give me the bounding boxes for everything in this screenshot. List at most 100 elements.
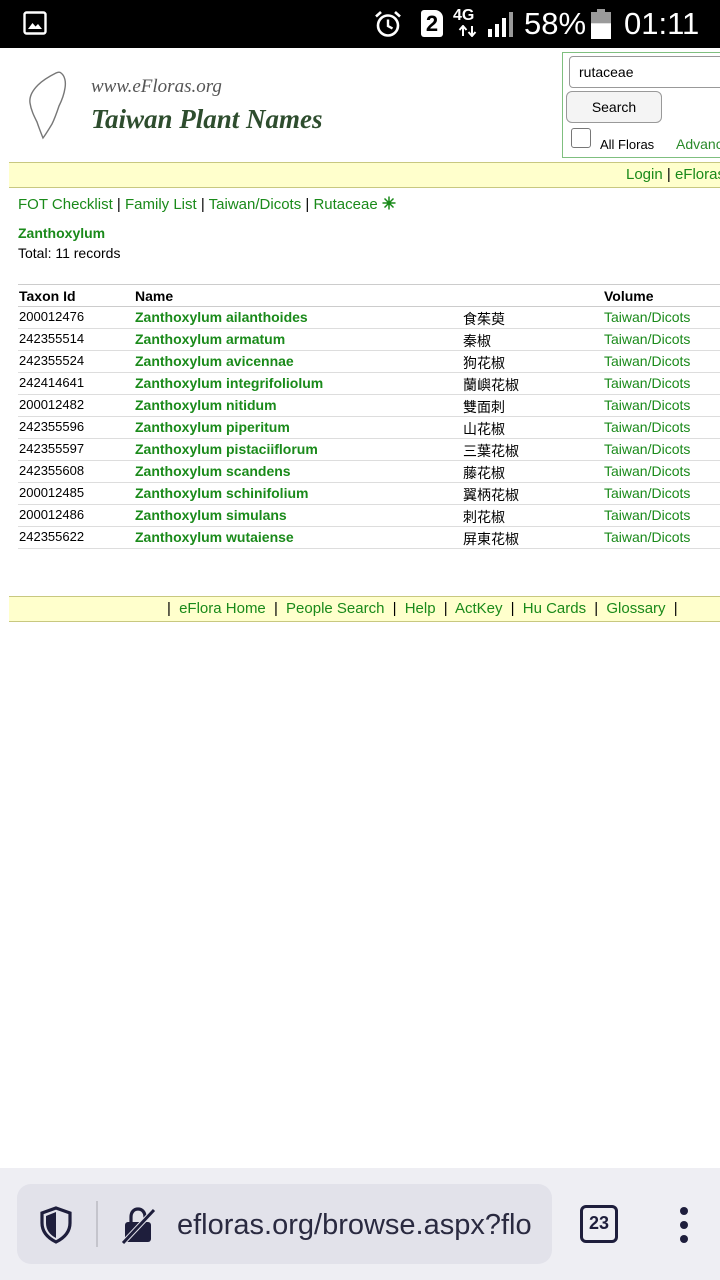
chinese-name-cell: 食茱萸 (463, 311, 505, 327)
login-link[interactable]: Login (626, 166, 663, 183)
volume-link[interactable]: Taiwan/Dicots (604, 397, 690, 413)
volume-link[interactable]: Taiwan/Dicots (604, 485, 690, 501)
volume-link[interactable]: Taiwan/Dicots (604, 375, 690, 391)
breadcrumb-separator: | (116, 196, 121, 213)
network-type-indicator: 4G (453, 8, 481, 38)
volume-link[interactable]: Taiwan/Dicots (604, 309, 690, 325)
all-floras-checkbox[interactable] (571, 128, 591, 148)
taxon-name-link[interactable]: Zanthoxylum ailanthoides (135, 309, 308, 325)
breadcrumb-fot-checklist[interactable]: FOT Checklist (18, 196, 113, 213)
chinese-name-cell: 狗花椒 (463, 355, 505, 371)
volume-link[interactable]: Taiwan/Dicots (604, 529, 690, 545)
footer-separator: | (167, 600, 171, 617)
footer-separator: | (392, 600, 397, 617)
taxon-table: Taxon Id Name Volume 200012476 Zanthoxylu… (18, 284, 720, 549)
login-bar (9, 162, 720, 188)
breadcrumb-separator: | (200, 196, 205, 213)
taiwan-map-logo-icon[interactable] (28, 70, 70, 140)
chinese-name-cell: 秦椒 (463, 333, 491, 349)
taxon-name-link[interactable]: Zanthoxylum avicennae (135, 353, 294, 369)
footer-people-search-link[interactable]: People Search (286, 600, 384, 617)
image-notification-icon (23, 11, 47, 35)
search-button[interactable]: Search (566, 91, 662, 123)
record-count: Total: 11 records (18, 245, 121, 261)
volume-link[interactable]: Taiwan/Dicots (604, 463, 690, 479)
chinese-name-cell: 雙面刺 (463, 399, 505, 415)
tree-browse-icon[interactable] (382, 196, 396, 210)
insecure-lock-icon[interactable] (120, 1205, 156, 1245)
volume-link[interactable]: Taiwan/Dicots (604, 353, 690, 369)
table-row: 200012482 Zanthoxylum nitidum 雙面刺 Taiwan/Di… (18, 395, 720, 417)
taxon-id-cell: 242355596 (19, 419, 85, 434)
url-text[interactable]: efloras.org/browse.aspx?flo (177, 1205, 549, 1245)
table-row: 200012486 Zanthoxylum simulans 刺花椒 Taiwan/D… (18, 505, 720, 527)
footer-separator: | (594, 600, 599, 617)
battery-percent: 58% (524, 6, 587, 41)
table-row: 242355514 Zanthoxylum armatum 秦椒 Taiwan/Dic… (18, 329, 720, 351)
breadcrumb-rutaceae[interactable]: Rutaceae (313, 196, 377, 213)
volume-link[interactable]: Taiwan/Dicots (604, 441, 690, 457)
breadcrumb: FOT Checklist | Family List | Taiwan/Dic… (18, 196, 396, 213)
taxon-id-cell: 242414641 (19, 375, 85, 390)
volume-link[interactable]: Taiwan/Dicots (604, 331, 690, 347)
signal-icon (488, 12, 513, 37)
tracking-protection-shield-icon[interactable] (39, 1206, 73, 1244)
taxon-id-cell: 200012486 (19, 507, 85, 522)
header-volume: Volume (604, 288, 654, 304)
taxon-name-link[interactable]: Zanthoxylum schinifolium (135, 485, 308, 501)
taxon-id-cell: 200012485 (19, 485, 85, 500)
efloras-link[interactable]: eFloras (675, 166, 720, 183)
taxon-name-link[interactable]: Zanthoxylum simulans (135, 507, 287, 523)
taxon-id-cell: 242355597 (19, 441, 85, 456)
taxon-name-link[interactable]: Zanthoxylum wutaiense (135, 529, 294, 545)
taxon-name-link[interactable]: Zanthoxylum integrifoliolum (135, 375, 323, 391)
tab-counter-button[interactable]: 23 (580, 1205, 618, 1243)
header-taxon-id: Taxon Id (19, 288, 76, 304)
volume-link[interactable]: Taiwan/Dicots (604, 419, 690, 435)
overflow-menu-icon[interactable] (674, 1206, 694, 1244)
taxon-name-link[interactable]: Zanthoxylum scandens (135, 463, 291, 479)
footer-help-link[interactable]: Help (405, 600, 436, 617)
advanced-search-link[interactable]: Advanc (676, 136, 720, 152)
site-url-logo[interactable]: www.eFloras.org (91, 76, 222, 98)
login-links: Login | eFloras (626, 166, 720, 183)
footer-actkey-link[interactable]: ActKey (455, 600, 503, 617)
table-row: 242355597 Zanthoxylum pistaciiflorum 三葉花椒 T… (18, 439, 720, 461)
footer-hu-cards-link[interactable]: Hu Cards (523, 600, 586, 617)
taxon-id-cell: 242355514 (19, 331, 85, 346)
taxon-id-cell: 200012476 (19, 309, 85, 324)
footer-separator: | (510, 600, 515, 617)
footer-eflora-home-link[interactable]: eFlora Home (179, 600, 266, 617)
sim-slot-icon: 2 (421, 10, 443, 37)
table-row: 242355524 Zanthoxylum avicennae 狗花椒 Taiwan/… (18, 351, 720, 373)
table-row: 200012485 Zanthoxylum schinifolium 翼柄花椒 Tai… (18, 483, 720, 505)
search-input[interactable] (569, 56, 720, 88)
footer-links: | eFlora Home | People Search | Help | A… (163, 600, 682, 617)
taxon-name-link[interactable]: Zanthoxylum piperitum (135, 419, 290, 435)
breadcrumb-taiwan-dicots[interactable]: Taiwan/Dicots (209, 196, 302, 213)
table-row: 200012476 Zanthoxylum ailanthoides 食茱萸 Taiw… (18, 307, 720, 329)
battery-icon (591, 9, 611, 39)
chinese-name-cell: 蘭嶼花椒 (463, 377, 519, 393)
clock: 01:11 (624, 6, 700, 41)
volume-link[interactable]: Taiwan/Dicots (604, 507, 690, 523)
alarm-icon (375, 11, 401, 37)
taxon-id-cell: 242355608 (19, 463, 85, 478)
taxon-name-link[interactable]: Zanthoxylum armatum (135, 331, 285, 347)
table-row: 242355622 Zanthoxylum wutaiense 屏東花椒 Taiwan… (18, 527, 720, 549)
chinese-name-cell: 屏東花椒 (463, 531, 519, 547)
breadcrumb-family-list[interactable]: Family List (125, 196, 197, 213)
login-separator: | (666, 166, 671, 183)
address-bar-divider (96, 1201, 98, 1247)
site-title-logo[interactable]: Taiwan Plant Names (91, 104, 323, 135)
table-row: 242355608 Zanthoxylum scandens 藤花椒 Taiwan/D… (18, 461, 720, 483)
taxon-name-link[interactable]: Zanthoxylum nitidum (135, 397, 277, 413)
table-row: 242414641 Zanthoxylum integrifoliolum 蘭嶼花椒… (18, 373, 720, 395)
table-header: Taxon Id Name Volume (18, 284, 720, 307)
footer-separator: | (273, 600, 278, 617)
taxon-id-cell: 242355524 (19, 353, 85, 368)
breadcrumb-separator: | (305, 196, 310, 213)
chinese-name-cell: 刺花椒 (463, 509, 505, 525)
footer-glossary-link[interactable]: Glossary (606, 600, 665, 617)
taxon-name-link[interactable]: Zanthoxylum pistaciiflorum (135, 441, 318, 457)
